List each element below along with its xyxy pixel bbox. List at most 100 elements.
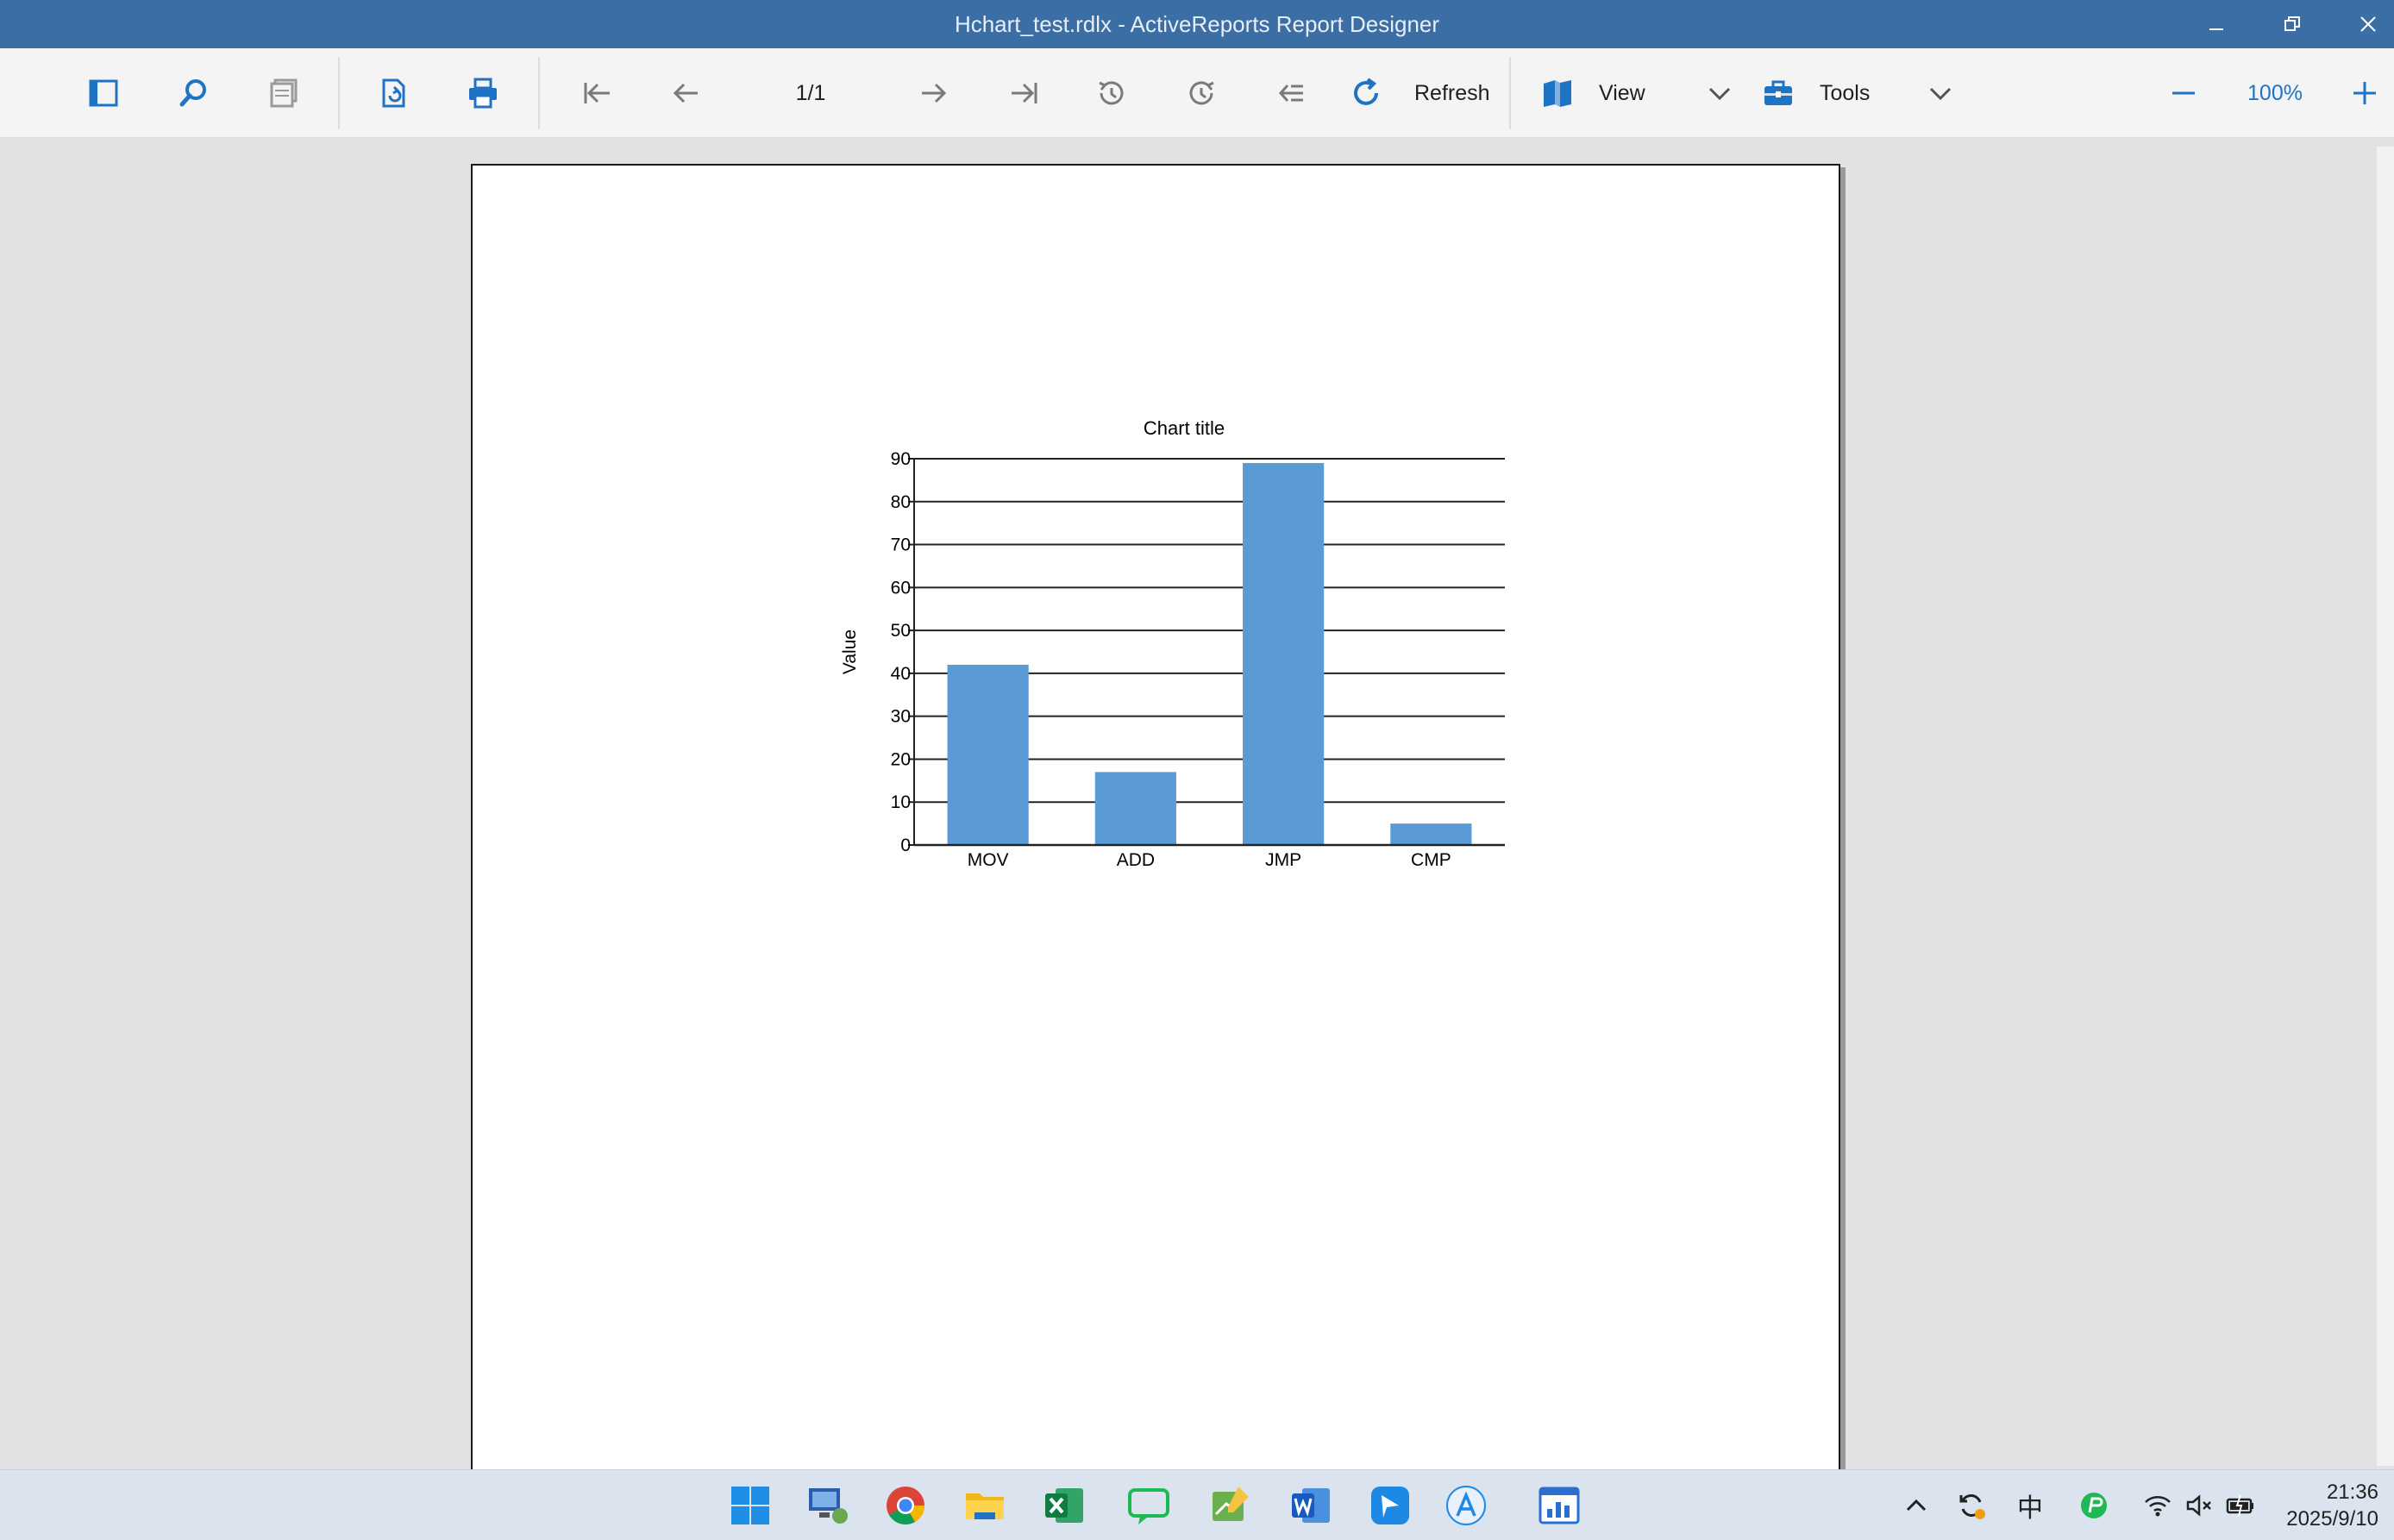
x-tick-label: CMP (1411, 850, 1451, 870)
start-button[interactable] (724, 1480, 776, 1531)
x-axis-ticks: MOV ADD JMP CMP (968, 850, 1451, 870)
zoom-level[interactable]: 100% (2234, 67, 2316, 119)
bar-jmp (1243, 462, 1325, 845)
tray-volume[interactable] (2178, 1485, 2220, 1526)
minimize-icon (2209, 28, 2223, 30)
x-tick-label: JMP (1265, 850, 1301, 870)
history-back-button[interactable] (1087, 67, 1135, 119)
report-viewer-toolbar: 1/1 Refresh View Tools 100% (0, 48, 2394, 138)
back-to-parent-button[interactable] (1268, 67, 1316, 119)
view-dropdown-button[interactable] (1695, 67, 1744, 119)
taskbar: 中 21:36 2025/9/10 (0, 1469, 2394, 1540)
tools-menu-button[interactable]: Tools (1820, 67, 1889, 119)
first-page-button[interactable] (573, 67, 621, 119)
y-tick-label: 30 (891, 707, 911, 727)
sync-icon (1959, 1494, 1985, 1519)
clock-date: 2025/9/10 (2286, 1507, 2378, 1531)
y-axis-label: Value (840, 629, 860, 674)
search-icon (179, 79, 206, 107)
last-page-button[interactable] (1000, 67, 1049, 119)
sidebar-toggle-icon (89, 79, 118, 107)
vpn-icon (2081, 1493, 2107, 1518)
system-clock[interactable]: 21:36 2025/9/10 (2286, 1479, 2378, 1532)
view-menu-button[interactable]: View (1599, 67, 1668, 119)
page-indicator[interactable]: 1/1 (759, 67, 862, 119)
toolbar-separator (538, 57, 540, 129)
tray-vpn[interactable] (2073, 1485, 2115, 1526)
pages-button[interactable] (259, 67, 307, 119)
next-page-button[interactable] (909, 67, 957, 119)
previous-page-button[interactable] (662, 67, 711, 119)
y-tick-label: 80 (891, 492, 911, 512)
page-setup-button[interactable] (369, 67, 417, 119)
view-icon-button[interactable] (1533, 67, 1582, 119)
chevron-down-icon (1708, 87, 1731, 101)
y-tick-label: 40 (891, 664, 911, 684)
ime-indicator[interactable]: 中 (2009, 1470, 2051, 1540)
search-button[interactable] (169, 67, 217, 119)
bar-mov (947, 664, 1029, 845)
speaker-muted-icon (2186, 1494, 2211, 1517)
vertical-scrollbar[interactable] (2377, 147, 2394, 1466)
window-title: Hchart_test.rdlx - ActiveReports Report … (954, 11, 1440, 37)
sidebar-toggle-button[interactable] (79, 67, 128, 119)
taskbar-word[interactable] (1285, 1480, 1337, 1531)
report-preview-area[interactable]: Chart title Value 0 10 20 30 40 50 60 70 80 90 MO… (0, 138, 2394, 1474)
taskbar-app-store[interactable] (1440, 1480, 1492, 1531)
tray-overflow-button[interactable] (1896, 1485, 1937, 1526)
taskbar-file-explorer[interactable] (959, 1480, 1011, 1531)
refresh-icon-button[interactable] (1342, 67, 1390, 119)
tools-icon-button[interactable] (1754, 67, 1802, 119)
taskbar-report-designer[interactable] (1533, 1480, 1585, 1531)
taskbar-excel[interactable] (1038, 1480, 1090, 1531)
print-button[interactable] (459, 67, 507, 119)
y-tick-label: 0 (900, 836, 911, 855)
last-page-icon (1012, 83, 1037, 103)
restore-button[interactable] (2261, 0, 2323, 48)
back-to-parent-icon (1278, 85, 1303, 102)
zoom-in-icon (2353, 82, 2376, 104)
close-button[interactable] (2337, 0, 2394, 48)
minimize-button[interactable] (2185, 0, 2247, 48)
taskbar-feishu[interactable] (1364, 1480, 1416, 1531)
battery-icon (2226, 1494, 2253, 1517)
chart-title: Chart title (1144, 417, 1225, 439)
app-store-icon (1446, 1486, 1486, 1525)
taskbar-chrome[interactable] (880, 1480, 931, 1531)
tray-sync[interactable] (1951, 1485, 1992, 1526)
feishu-icon (1371, 1487, 1409, 1524)
restore-icon (2284, 16, 2300, 31)
history-forward-button[interactable] (1178, 67, 1226, 119)
refresh-icon (1354, 78, 1378, 105)
refresh-button[interactable]: Refresh (1414, 67, 1497, 119)
chevron-down-icon (1929, 87, 1952, 101)
bar-chart: Chart title Value 0 10 20 30 40 50 60 70 80 90 MO… (840, 417, 1505, 870)
history-back-icon (1099, 81, 1124, 105)
clock-time: 21:36 (2326, 1481, 2378, 1504)
excel-icon (1045, 1488, 1083, 1523)
toolbar-separator (1509, 57, 1511, 129)
taskbar-messaging[interactable] (1123, 1480, 1175, 1531)
y-tick-label: 10 (891, 792, 911, 812)
first-page-icon (584, 83, 610, 103)
tray-wifi[interactable] (2137, 1485, 2178, 1526)
x-tick-label: ADD (1117, 850, 1155, 870)
page-setup-icon (382, 78, 405, 108)
tools-dropdown-button[interactable] (1916, 67, 1965, 119)
chevron-up-icon (1906, 1499, 1927, 1512)
taskbar-notes[interactable] (1204, 1480, 1256, 1531)
tray-battery[interactable] (2220, 1485, 2261, 1526)
close-icon (2360, 16, 2376, 32)
wifi-icon (2145, 1496, 2171, 1517)
bar-cmp (1390, 823, 1472, 845)
zoom-out-button[interactable] (2159, 67, 2208, 119)
y-axis-ticks: 0 10 20 30 40 50 60 70 80 90 (891, 449, 914, 855)
zoom-in-button[interactable] (2341, 67, 2389, 119)
history-forward-icon (1189, 81, 1214, 105)
report-designer-icon (1539, 1487, 1580, 1524)
messaging-icon (1128, 1488, 1169, 1524)
taskbar-remote-desktop[interactable] (802, 1480, 854, 1531)
tools-icon (1764, 80, 1792, 105)
y-tick-label: 70 (891, 535, 911, 555)
x-tick-label: MOV (968, 850, 1009, 870)
